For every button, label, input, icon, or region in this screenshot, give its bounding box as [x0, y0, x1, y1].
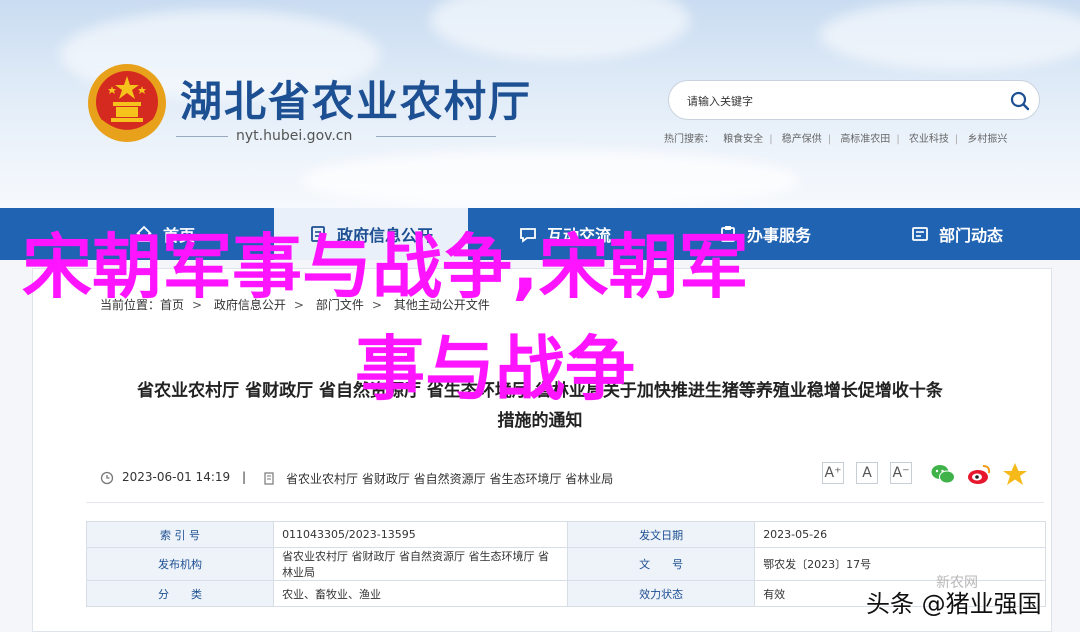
meta-divider — [86, 502, 1044, 503]
hot-keyword[interactable]: 稳产保供 — [782, 134, 822, 145]
nav-item-dept-news[interactable]: 部门动态 — [872, 208, 1042, 260]
publish-date: 2023-06-01 14:19 — [122, 470, 231, 484]
table-label: 索 引 号 — [85, 521, 275, 548]
sky-cloud — [430, 0, 690, 60]
national-emblem-icon — [88, 64, 166, 142]
table-label: 发文日期 — [567, 521, 756, 548]
domain-divider — [176, 136, 228, 137]
overlay-headline: 宋朝军事与战争,宋朝军 — [22, 226, 749, 308]
site-header: 湖北省农业农村厅 nyt.hubei.gov.cn 请输入关键字 热门搜索： 粮… — [0, 0, 1080, 208]
publishing-orgs: 省农业农村厅 省财政厅 省自然资源厅 省生态环境厅 省林业局 — [286, 472, 614, 486]
font-smaller-button[interactable]: A⁻ — [890, 462, 912, 484]
article-title-line: 措施的通知 — [497, 411, 583, 431]
search-icon[interactable] — [1009, 90, 1031, 112]
hot-keyword[interactable]: 乡村振兴 — [967, 134, 1007, 145]
article-meta: 2023-06-01 14:19 | 省农业农村厅 省财政厅 省自然资源厅 省生… — [100, 462, 1040, 488]
hot-keyword[interactable]: 农业科技 — [909, 134, 949, 145]
overlay-headline: 事与战争 — [355, 328, 635, 410]
author-watermark: 头条 @猪业强国 — [866, 590, 1042, 618]
site-domain: nyt.hubei.gov.cn — [236, 128, 353, 144]
hot-keyword[interactable]: 粮食安全 — [723, 134, 763, 145]
wechat-icon[interactable] — [930, 462, 956, 486]
table-value: 鄂农发〔2023〕17号 — [754, 547, 1046, 581]
nav-item-label: 部门动态 — [938, 226, 1003, 245]
domain-divider — [376, 136, 496, 137]
meta-separator: | — [242, 470, 247, 484]
table-row: 索 引 号 011043305/2023-13595 发文日期 2023-05-… — [85, 521, 1046, 548]
table-row: 发布机构 省农业农村厅 省财政厅 省自然资源厅 省生态环境厅 省林业局 文 号 … — [85, 547, 1046, 581]
building-icon — [264, 472, 274, 485]
font-larger-button[interactable]: A⁺ — [822, 462, 844, 484]
weibo-icon[interactable] — [966, 462, 992, 486]
search-input[interactable]: 请输入关键字 — [687, 93, 753, 109]
sky-cloud — [300, 150, 800, 208]
table-label: 效力状态 — [567, 580, 756, 607]
font-normal-button[interactable]: A — [856, 462, 878, 484]
table-label: 文 号 — [567, 547, 756, 581]
table-label: 分 类 — [85, 580, 275, 607]
hot-search: 热门搜索： 粮食安全 | 稳产保供 | 高标准农田 | 农业科技 | 乡村振兴 — [664, 134, 1008, 145]
table-value: 2023-05-26 — [754, 521, 1046, 548]
hot-search-label: 热门搜索： — [664, 134, 714, 145]
site-title[interactable]: 湖北省农业农村厅 — [180, 68, 532, 129]
search-box[interactable]: 请输入关键字 — [668, 80, 1040, 120]
news-icon — [912, 227, 928, 241]
table-value: 011043305/2023-13595 — [273, 521, 569, 548]
table-value: 省农业农村厅 省财政厅 省自然资源厅 省生态环境厅 省林业局 — [273, 547, 569, 581]
sky-cloud — [820, 0, 1080, 70]
table-value: 农业、畜牧业、渔业 — [273, 580, 569, 607]
table-label: 发布机构 — [85, 547, 275, 581]
hot-keyword[interactable]: 高标准农田 — [840, 134, 890, 145]
clock-icon — [100, 471, 114, 485]
qzone-icon[interactable] — [1002, 462, 1028, 486]
nav-item-label: 办事服务 — [746, 226, 811, 245]
